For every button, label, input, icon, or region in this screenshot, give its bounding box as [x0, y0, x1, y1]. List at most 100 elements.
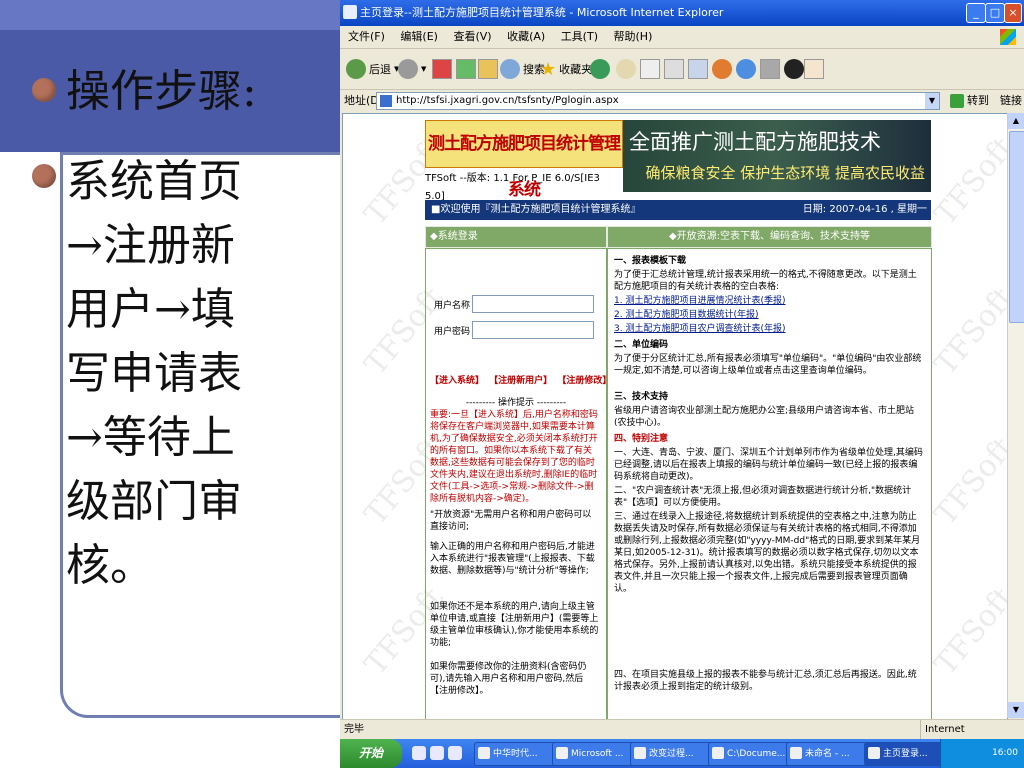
scroll-up-icon[interactable]: ▲: [1008, 113, 1024, 129]
login-section-header: ◆系统登录: [425, 226, 607, 248]
address-input[interactable]: http://tsfsi.jxagri.gov.cn/tsfsnty/Pglog…: [376, 92, 940, 110]
forward-button[interactable]: ▼: [398, 57, 426, 81]
taskbar-button[interactable]: 改变过程...: [630, 742, 720, 766]
hand-button[interactable]: [804, 57, 824, 81]
slide-body-line: →等待上: [66, 412, 235, 463]
taskbar-button[interactable]: 未命名 - ...: [786, 742, 876, 766]
go-arrow-icon: [950, 94, 964, 108]
standard-toolbar: 后退 ▼ ▼ 搜索 ★ 收藏夹: [340, 49, 1024, 90]
desktop-quicklaunch-icon[interactable]: [430, 746, 444, 760]
slide-body-line: 写申请表: [66, 348, 242, 399]
research-button[interactable]: [736, 57, 756, 81]
login-links: 【进入系统】 【注册新用户】 【注册修改】: [430, 373, 611, 386]
template-link-1[interactable]: 1. 测土配方施肥项目进展情况统计表(季报): [614, 295, 924, 307]
notice-paragraph: 四、在项目实施县级上报的报表不能参与统计汇总,须汇总后再报送。因此,统计报表必须…: [614, 670, 917, 692]
slide-header-stripe: [0, 0, 345, 30]
slide-heading: 操作步骤:: [66, 66, 257, 117]
modify-registration-link[interactable]: 【注册修改】: [557, 376, 611, 386]
back-label: 后退: [369, 63, 391, 76]
template-link-text[interactable]: 2. 测土配方施肥项目数据统计(年报): [614, 310, 758, 320]
scroll-thumb[interactable]: [1009, 131, 1024, 323]
password-input[interactable]: [472, 321, 594, 339]
slide-body-line: →注册新: [66, 220, 235, 271]
home-button[interactable]: [478, 57, 498, 81]
username-input[interactable]: [472, 295, 594, 313]
template-link-text[interactable]: 3. 测土配方施肥项目农户调查统计表(年报): [614, 324, 785, 334]
template-link-text[interactable]: 1. 测土配方施肥项目进展情况统计表(季报): [614, 296, 785, 306]
taskbar-button[interactable]: Microsoft ...: [552, 742, 642, 766]
slide-heading-row: 操作步骤:: [32, 64, 257, 120]
history-button[interactable]: [616, 57, 636, 81]
go-button[interactable]: 转到: [950, 90, 989, 112]
section-code-title: 二、单位编码: [614, 340, 669, 350]
qq-button[interactable]: [784, 57, 804, 81]
go-label: 转到: [967, 94, 989, 107]
web-page: 测土配方施肥项目统计管理系统 全面推广测土配方施肥技术 确保粮食安全 保护生态环…: [425, 120, 932, 719]
menu-file[interactable]: 文件(F): [348, 26, 385, 48]
password-label: 用户密码: [434, 327, 471, 337]
print-button[interactable]: [664, 57, 684, 81]
welcome-text: ■欢迎使用『测土配方施肥项目统计管理系统』: [431, 204, 641, 215]
close-button[interactable]: ×: [1004, 3, 1022, 23]
section-template-title: 一、报表模板下载: [614, 256, 687, 266]
refresh-button[interactable]: [456, 57, 476, 81]
page-icon: [380, 95, 392, 107]
mail-button[interactable]: [640, 57, 660, 81]
title-bar[interactable]: 主页登录--测土配方施肥项目统计管理系统 - Microsoft Interne…: [340, 0, 1024, 26]
bullet-icon: [32, 164, 56, 188]
menu-favorites[interactable]: 收藏(A): [507, 26, 545, 48]
qq-penguin-icon: [784, 59, 804, 79]
discuss-button[interactable]: [712, 57, 732, 81]
scroll-down-icon[interactable]: ▼: [1008, 702, 1024, 718]
section-support-text: 省级用户请咨询农业部测土配方施肥办公室;县级用户请咨询本省、市土肥站(农技中心)…: [614, 406, 915, 428]
section-code-text: 为了便于分区统计汇总,所有报表必须填写"单位编码"。"单位编码"由农业部统一规定…: [614, 354, 922, 376]
watermark-text: TFSoft: [927, 130, 1008, 233]
section-notice-title: 四、特别注意: [614, 434, 669, 444]
menu-bar: 文件(F) 编辑(E) 查看(V) 收藏(A) 工具(T) 帮助(H): [340, 26, 1024, 49]
taskbar-button[interactable]: C:\Docume...: [708, 742, 798, 766]
stop-icon: [432, 59, 452, 79]
enter-system-link[interactable]: 【进入系统】: [430, 376, 484, 386]
bullet-icon: [32, 78, 56, 102]
tip-enter-system: 输入正确的用户名称和用户密码后,才能进入本系统进行"报表管理"(上报报表、下载数…: [430, 542, 595, 576]
menu-tools[interactable]: 工具(T): [561, 26, 598, 48]
mail-icon: [640, 59, 660, 79]
password-row: 用户密码: [434, 321, 600, 339]
favorites-star-icon: ★: [540, 58, 557, 80]
ie-quicklaunch-icon[interactable]: [412, 746, 426, 760]
status-text: 完毕: [344, 724, 364, 735]
address-dropdown-icon[interactable]: ▼: [925, 93, 939, 109]
template-link-3[interactable]: 3. 测土配方施肥项目农户调查统计表(年报): [614, 323, 924, 335]
back-button[interactable]: 后退 ▼: [346, 57, 399, 81]
menu-help[interactable]: 帮助(H): [614, 26, 653, 48]
start-button[interactable]: 开始: [340, 739, 402, 768]
edit-button[interactable]: [688, 57, 708, 81]
site-banner-title: 测土配方施肥项目统计管理系统: [425, 120, 623, 200]
clock: 16:00: [992, 748, 1018, 758]
slide-body-line: 级部门审: [66, 476, 242, 527]
refresh-icon: [456, 59, 476, 79]
search-button[interactable]: 搜索: [500, 57, 545, 81]
maximize-button[interactable]: □: [985, 3, 1005, 23]
back-arrow-icon: [346, 59, 366, 79]
windows-logo-icon: [1000, 29, 1016, 45]
media-button[interactable]: [590, 57, 610, 81]
messenger-button[interactable]: [760, 57, 780, 81]
vertical-scrollbar[interactable]: ▲ ▼: [1007, 113, 1024, 718]
minimize-button[interactable]: _: [966, 3, 986, 23]
research-icon: [736, 59, 756, 79]
stop-button[interactable]: [432, 57, 452, 81]
search-icon: [500, 59, 520, 79]
dropdown-arrow-icon: ▼: [421, 65, 427, 73]
menu-edit[interactable]: 编辑(E): [400, 26, 438, 48]
slide-body-line: 系统首页: [66, 156, 242, 207]
presentation-slide: 操作步骤: 系统首页 →注册新 用户→填 写申请表 →等待上 级部门审 核。: [0, 0, 345, 768]
favorites-button[interactable]: ★ 收藏夹: [540, 57, 592, 81]
resources-section-header: ◆开放资源:空表下载、编码查询、技术支持等: [607, 226, 932, 248]
register-user-link[interactable]: 【注册新用户】: [489, 376, 552, 386]
taskbar-button[interactable]: 中华时代...: [474, 742, 564, 766]
qq-quicklaunch-icon[interactable]: [448, 746, 462, 760]
login-panel: 用户名称 用户密码 【进入系统】 【注册新用户】 【注册修改】 --------…: [425, 248, 611, 719]
menu-view[interactable]: 查看(V): [453, 26, 491, 48]
template-link-2[interactable]: 2. 测土配方施肥项目数据统计(年报): [614, 309, 924, 321]
